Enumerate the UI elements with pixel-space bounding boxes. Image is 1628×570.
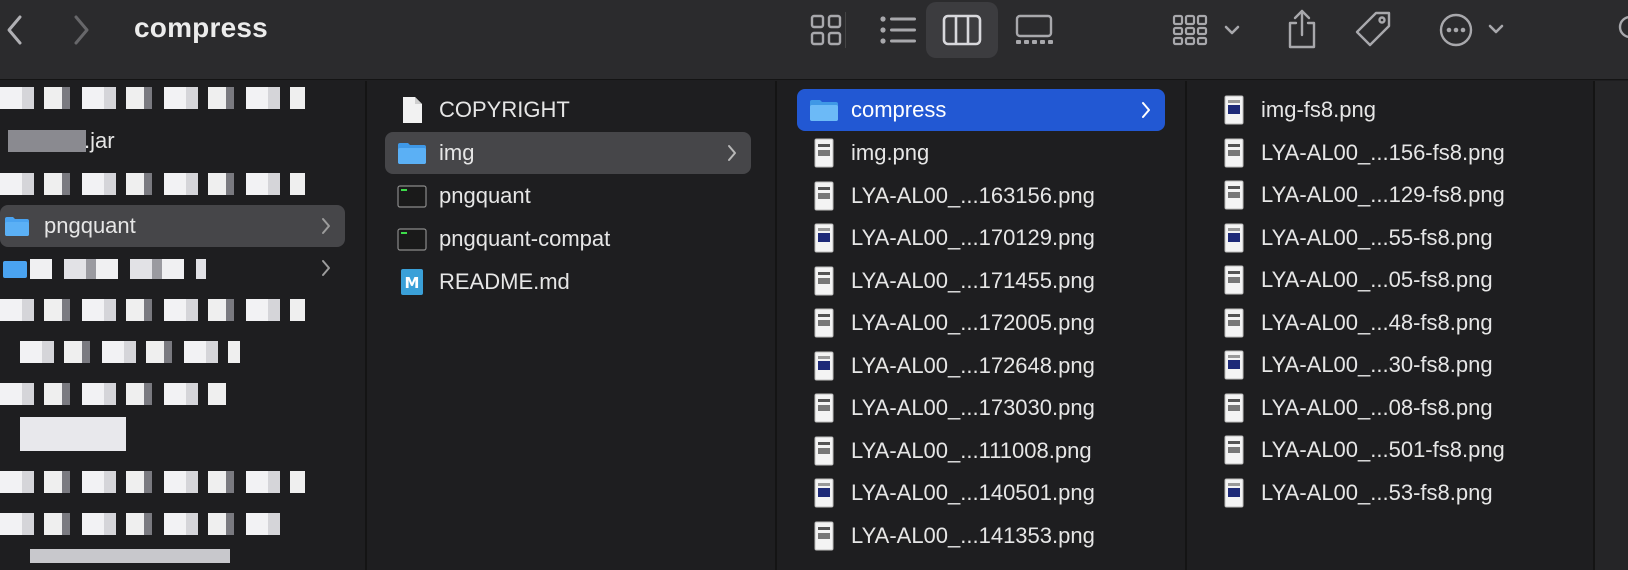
column-4: img-fs8.png LYA-AL00_...156-fs8.png LYA-AL… (1187, 81, 1593, 570)
chevron-right-icon (321, 215, 331, 241)
image-file-icon (1219, 308, 1249, 338)
more-actions-button[interactable] (1436, 10, 1512, 50)
list-item[interactable]: LYA-AL00_...55-fs8.png (1207, 217, 1575, 259)
redacted-row (30, 549, 230, 563)
list-item[interactable]: LYA-AL00_...163156.png (797, 175, 1165, 217)
image-file-icon (809, 181, 839, 211)
folder-icon (0, 253, 30, 283)
share-icon (1288, 9, 1316, 49)
gallery-view-button[interactable] (998, 2, 1070, 58)
icon-view-button[interactable] (790, 2, 862, 58)
terminal-icon (397, 224, 427, 254)
redacted-row (0, 87, 305, 109)
redacted-row (0, 471, 305, 493)
column-5 (1595, 81, 1628, 570)
tag-icon (1355, 11, 1391, 47)
list-item[interactable]: M README.md (385, 261, 751, 303)
image-file-icon (809, 393, 839, 423)
list-item-selected[interactable]: compress (797, 89, 1165, 131)
column-2: COPYRIGHT img pngquant pngquant-compat M… (367, 81, 771, 570)
folder-icon (809, 95, 839, 125)
image-file-icon (809, 223, 839, 253)
list-item[interactable]: COPYRIGHT (385, 89, 751, 131)
image-file-icon (1219, 95, 1249, 125)
redacted-row (0, 513, 290, 535)
list-item[interactable]: LYA-AL00_...08-fs8.png (1207, 387, 1575, 429)
list-item[interactable]: LYA-AL00_...171455.png (797, 260, 1165, 302)
redacted-row (0, 173, 305, 195)
tag-button[interactable] (1352, 8, 1396, 52)
list-item[interactable]: LYA-AL00_...173030.png (797, 387, 1165, 429)
redacted-row (20, 417, 126, 451)
chevron-right-icon[interactable] (66, 10, 96, 50)
toolbar-separator (845, 12, 846, 48)
image-file-icon (809, 478, 839, 508)
redacted-row (20, 341, 240, 363)
column-3: compress img.png LYA-AL00_...163156.png LY… (777, 81, 1185, 570)
list-item[interactable]: LYA-AL00_...141353.png (797, 515, 1165, 557)
image-file-icon (1219, 138, 1249, 168)
chevron-right-icon (727, 142, 737, 168)
list-item[interactable]: img-fs8.png (1207, 89, 1575, 131)
folder-icon (397, 138, 427, 168)
list-item-selected[interactable]: img (385, 132, 751, 174)
svg-text:M: M (405, 274, 420, 292)
list-icon (880, 16, 916, 44)
image-file-icon (1219, 435, 1249, 465)
image-file-icon (809, 138, 839, 168)
image-file-icon (1219, 223, 1249, 253)
list-item[interactable]: LYA-AL00_...156-fs8.png (1207, 132, 1575, 174)
list-item[interactable] (0, 247, 345, 289)
image-file-icon (809, 266, 839, 296)
list-item[interactable]: .jar (0, 120, 345, 162)
folder-icon (2, 211, 32, 241)
column-1: .jar pngquant (0, 81, 365, 570)
gallery-icon (1015, 14, 1053, 44)
image-file-icon (809, 521, 839, 551)
list-item[interactable]: LYA-AL00_...129-fs8.png (1207, 174, 1575, 216)
view-mode-group (790, 2, 1060, 58)
list-item[interactable]: pngquant (385, 175, 751, 217)
list-item[interactable]: LYA-AL00_...501-fs8.png (1207, 429, 1575, 471)
window-title: compress (134, 12, 268, 43)
list-item[interactable]: LYA-AL00_...05-fs8.png (1207, 259, 1575, 301)
image-file-icon (1219, 478, 1249, 508)
terminal-icon (397, 181, 427, 211)
list-item[interactable]: LYA-AL00_...111008.png (797, 430, 1165, 472)
list-view-button[interactable] (862, 2, 934, 58)
image-file-icon (809, 351, 839, 381)
list-item[interactable]: LYA-AL00_...140501.png (797, 472, 1165, 514)
image-file-icon (809, 436, 839, 466)
search-icon[interactable] (1614, 14, 1628, 44)
image-file-icon (1219, 350, 1249, 380)
list-item[interactable]: LYA-AL00_...172648.png (797, 345, 1165, 387)
icon-grid-icon (810, 14, 842, 46)
document-icon (397, 95, 427, 125)
chevron-left-icon[interactable] (0, 10, 30, 50)
chevron-right-icon (1141, 99, 1151, 125)
group-by-button[interactable] (1170, 10, 1246, 50)
chevron-right-icon (321, 257, 331, 283)
column-view-button[interactable] (926, 2, 998, 58)
list-item[interactable]: pngquant-compat (385, 218, 751, 260)
list-item[interactable]: LYA-AL00_...30-fs8.png (1207, 344, 1575, 386)
markdown-icon: M (397, 267, 427, 297)
redacted-row (0, 299, 305, 321)
list-item[interactable]: LYA-AL00_...48-fs8.png (1207, 302, 1575, 344)
list-item[interactable]: LYA-AL00_...172005.png (797, 302, 1165, 344)
share-button[interactable] (1282, 6, 1322, 52)
list-item[interactable]: LYA-AL00_...170129.png (797, 217, 1165, 259)
list-item[interactable]: img.png (797, 132, 1165, 174)
image-file-icon (1219, 265, 1249, 295)
group-by-icon (1172, 14, 1240, 46)
toolbar: compress (0, 0, 1628, 80)
list-item-selected[interactable]: pngquant (0, 205, 345, 247)
list-item[interactable]: LYA-AL00_...53-fs8.png (1207, 472, 1575, 514)
image-file-icon (1219, 180, 1249, 210)
redacted-row (0, 383, 226, 405)
ellipsis-circle-icon (1439, 13, 1504, 47)
image-file-icon (809, 308, 839, 338)
columns-icon (942, 14, 982, 46)
image-file-icon (1219, 393, 1249, 423)
